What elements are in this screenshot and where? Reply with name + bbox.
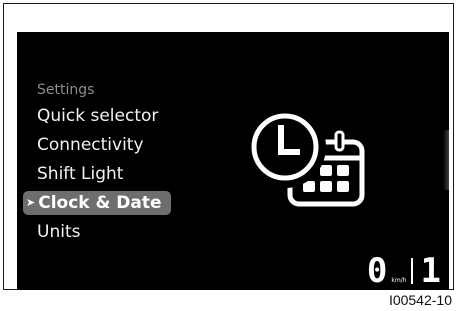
menu-item-quick-selector[interactable]: Quick selector	[37, 104, 158, 128]
menu-item-clock-date[interactable]: ➤ Clock & Date	[23, 191, 171, 215]
edge-highlight	[443, 130, 449, 190]
menu-item-connectivity[interactable]: Connectivity	[37, 133, 144, 157]
speed-unit: km/h	[391, 277, 407, 284]
menu-item-label: Clock & Date	[38, 193, 162, 213]
menu-item-shift-light[interactable]: Shift Light	[37, 162, 123, 186]
dashboard-display: Settings Quick selector Connectivity Shi…	[17, 32, 449, 290]
speed-gear-readout: 0 km/h 1	[367, 254, 441, 288]
speed-value: 0	[366, 251, 388, 290]
menu-header: Settings	[37, 82, 95, 98]
clock-calendar-icon	[244, 106, 365, 207]
figure-id-label: I00542-10	[388, 292, 452, 308]
readout-divider	[410, 258, 413, 284]
diamond-arrow-icon: ➤	[26, 196, 36, 209]
menu-item-label: Quick selector	[37, 106, 159, 126]
menu-item-label: Connectivity	[37, 135, 144, 155]
clock-icon	[244, 106, 326, 188]
gear-indicator: 1	[420, 251, 441, 290]
menu-item-label: Shift Light	[37, 164, 124, 184]
menu-item-units[interactable]: Units	[37, 220, 80, 244]
menu-item-label: Units	[37, 222, 81, 242]
